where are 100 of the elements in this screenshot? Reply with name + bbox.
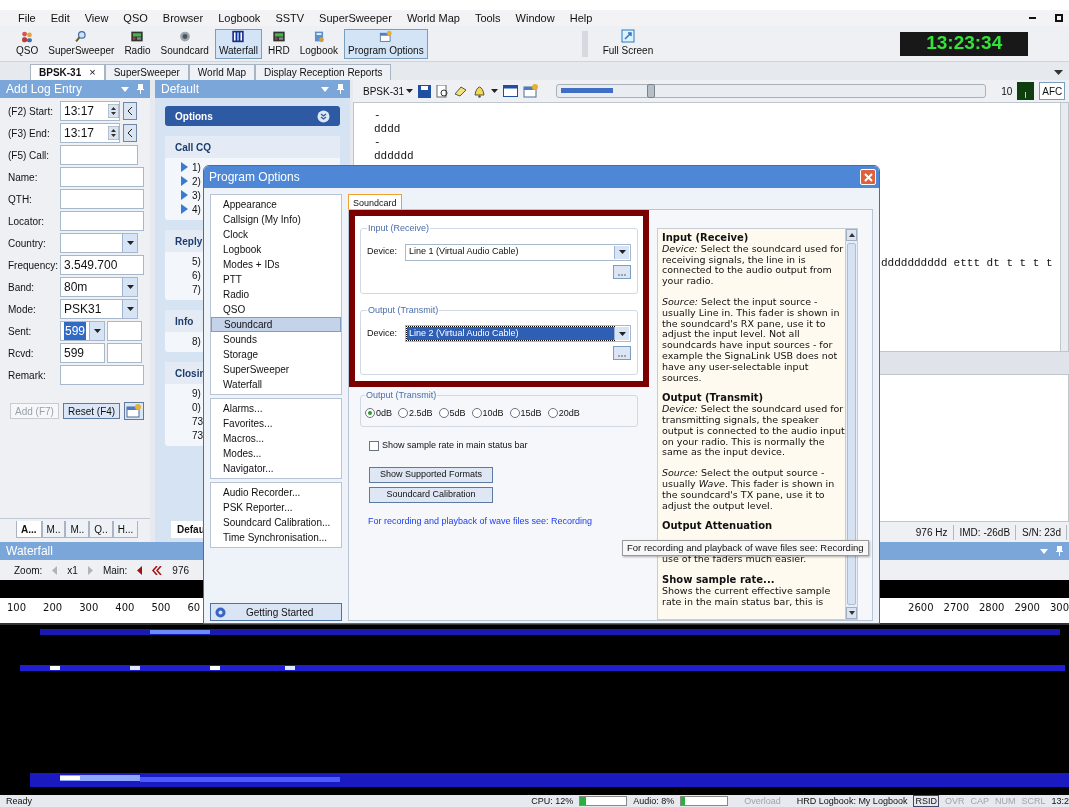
macro-item[interactable]: 0) <box>192 399 201 415</box>
eraser-icon[interactable] <box>454 85 469 97</box>
toolbar-button[interactable]: SuperSweeper <box>44 28 119 59</box>
recording-link[interactable]: For recording and playback of wave files see: Recording <box>368 514 649 528</box>
panel-tab[interactable]: M.. <box>41 521 66 538</box>
category-item[interactable]: Storage <box>211 347 341 362</box>
attenuation-option[interactable]: 10dB <box>471 406 504 420</box>
dropdown-field[interactable] <box>60 233 138 253</box>
attenuation-option[interactable]: 2.5dB <box>398 406 433 420</box>
macro-item[interactable]: 2) <box>192 173 201 189</box>
close-button[interactable] <box>860 169 876 185</box>
toolbar-button[interactable]: Logbook <box>295 28 343 59</box>
attenuation-option[interactable]: 15dB <box>509 406 542 420</box>
category-item[interactable]: Sounds <box>211 332 341 347</box>
macro-item[interactable]: 73 <box>192 413 204 429</box>
toolbar-button[interactable]: Waterfall <box>214 28 262 59</box>
collapse-icon[interactable] <box>317 109 330 123</box>
radio-button[interactable] <box>438 408 449 419</box>
toolbar-button[interactable]: QSO <box>12 28 43 59</box>
checkbox[interactable] <box>369 440 379 451</box>
category-item[interactable]: Waterfall <box>211 377 341 392</box>
menu-item[interactable]: File <box>18 9 36 27</box>
time-field[interactable]: 13:17 <box>60 123 120 143</box>
input-field[interactable] <box>60 167 144 187</box>
category-item[interactable]: Audio Recorder... <box>211 485 341 500</box>
category-item[interactable]: Navigator... <box>211 461 341 476</box>
category-item[interactable]: PSK Reporter... <box>211 500 341 515</box>
dropdown-field[interactable]: PSK31 <box>60 299 138 319</box>
dropdown-button[interactable] <box>614 327 629 340</box>
macro-item[interactable]: 1) <box>192 159 201 175</box>
layout-icon[interactable] <box>503 85 519 97</box>
mode-dropdown[interactable]: BPSK-31 <box>363 83 414 99</box>
toolbar-button[interactable]: HRD <box>264 28 294 59</box>
input-field[interactable] <box>60 189 144 209</box>
browse-button[interactable] <box>613 264 631 279</box>
category-item[interactable]: QSO <box>211 302 341 317</box>
category-item[interactable]: Modes + IDs <box>211 257 341 272</box>
category-item[interactable]: Soundcard Calibration... <box>211 515 341 530</box>
save-icon[interactable] <box>418 84 432 98</box>
options-bar[interactable]: Options <box>165 106 340 126</box>
form-button[interactable]: Reset (F4) <box>62 403 121 419</box>
category-item[interactable]: Logbook <box>211 242 341 257</box>
document-tab[interactable]: Display Reception Reports <box>255 64 392 80</box>
menu-item[interactable]: SuperSweeper <box>319 9 392 27</box>
radio-button[interactable] <box>471 408 482 419</box>
menu-item[interactable]: View <box>84 9 109 27</box>
back-button[interactable] <box>123 124 137 142</box>
toolbar-button[interactable]: Full Screen <box>599 28 657 59</box>
radio-button[interactable] <box>547 408 558 419</box>
menu-item[interactable]: Tools <box>474 9 501 27</box>
afc-button[interactable]: AFC <box>1039 82 1066 100</box>
input-field[interactable] <box>60 365 144 385</box>
macro-item[interactable]: 6) <box>192 267 201 283</box>
spinner-icon[interactable] <box>108 104 119 118</box>
attenuation-option[interactable]: 5dB <box>438 406 466 420</box>
menu-item[interactable]: Logbook <box>218 9 261 27</box>
call-field[interactable] <box>60 145 138 165</box>
panel-tab[interactable]: M.. <box>65 521 90 538</box>
category-item[interactable]: Clock <box>211 227 341 242</box>
pin-icon[interactable] <box>137 84 144 94</box>
dropdown-field[interactable]: 599 <box>60 321 105 341</box>
menu-item[interactable]: Browser <box>162 9 204 27</box>
menu-item[interactable]: World Map <box>406 9 460 27</box>
category-item[interactable]: Appearance <box>211 197 341 212</box>
open-button[interactable] <box>124 402 145 420</box>
category-item[interactable]: Callsign (My Info) <box>211 212 341 227</box>
restore-icon[interactable] <box>1055 14 1063 22</box>
dropdown-button[interactable] <box>122 300 137 318</box>
spinner-icon[interactable] <box>108 126 119 140</box>
radio-button[interactable] <box>365 408 375 419</box>
input-field[interactable] <box>107 343 142 363</box>
dropdown-button[interactable] <box>614 245 629 259</box>
toolbar-button[interactable]: Program Options <box>344 28 428 59</box>
dialog-button[interactable]: Show Supported Formats <box>369 466 493 483</box>
device-dropdown[interactable]: Line 2 (Virtual Audio Cable) <box>405 325 631 342</box>
category-item[interactable]: Modes... <box>211 446 341 461</box>
pin-icon[interactable] <box>337 84 344 94</box>
macro-item[interactable]: 73 <box>192 427 204 443</box>
double-left-arrow-icon[interactable] <box>152 565 163 575</box>
category-item[interactable]: Macros... <box>211 431 341 446</box>
panel-tab[interactable]: A... <box>16 521 42 538</box>
toolbar-button[interactable]: Soundcard <box>156 28 213 59</box>
preview-icon[interactable] <box>436 84 450 98</box>
slider-thumb[interactable] <box>647 84 655 98</box>
category-item[interactable]: Favorites... <box>211 416 341 431</box>
input-field[interactable] <box>60 211 144 231</box>
document-tab[interactable]: World Map <box>188 64 255 80</box>
back-button[interactable] <box>123 102 137 120</box>
scroll-up-icon[interactable] <box>846 229 857 241</box>
menu-item[interactable]: SSTV <box>275 9 305 27</box>
panel-tab[interactable]: Q.. <box>89 521 113 538</box>
bell-icon[interactable] <box>473 84 487 98</box>
device-dropdown[interactable]: Line 1 (Virtual Audio Cable) <box>405 243 631 261</box>
attenuation-option[interactable]: 0dB <box>365 406 392 420</box>
radio-button[interactable] <box>398 408 408 419</box>
document-tab[interactable]: BPSK-31 × <box>30 64 105 80</box>
dropdown-button[interactable] <box>89 322 104 340</box>
input-field[interactable]: 3.549.700 <box>60 255 144 275</box>
input-field[interactable] <box>107 321 142 341</box>
menu-item[interactable]: Edit <box>50 9 70 27</box>
